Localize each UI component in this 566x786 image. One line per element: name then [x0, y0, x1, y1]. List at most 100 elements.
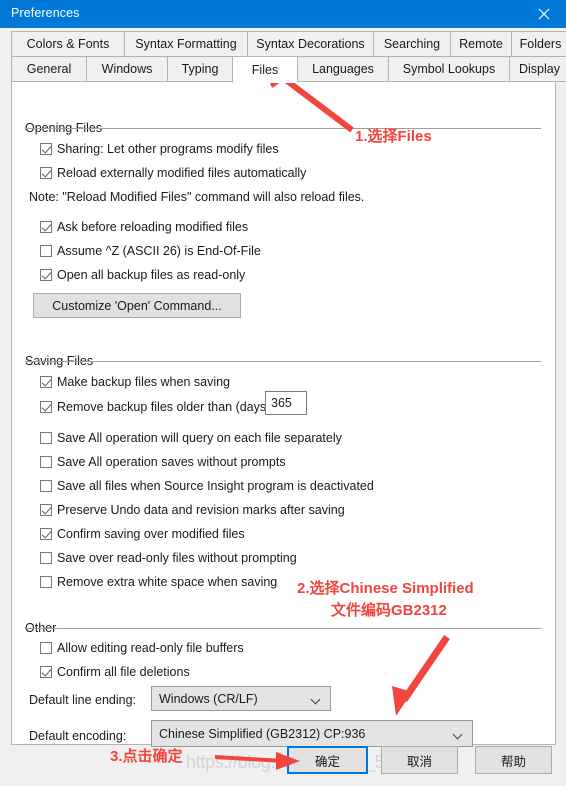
tab-label: General: [26, 62, 72, 76]
tab-display[interactable]: Display: [509, 56, 566, 82]
window-title: Preferences: [11, 6, 80, 20]
checkbox-box[interactable]: [40, 401, 52, 413]
default-line-ending-value: Windows (CR/LF): [159, 691, 258, 706]
help-button[interactable]: 帮助: [475, 746, 552, 774]
checkbox-box[interactable]: [40, 143, 52, 155]
tab-label: Folders: [519, 37, 562, 51]
checkbox-label: Make backup files when saving: [57, 375, 231, 389]
checkbox-box[interactable]: [40, 432, 52, 444]
tab-typing[interactable]: Typing: [167, 56, 233, 82]
checkbox-ask-before-reloading[interactable]: Ask before reloading modified files: [40, 218, 248, 236]
checkbox-box[interactable]: [40, 576, 52, 588]
checkbox-save-all-query-each[interactable]: Save All operation will query on each fi…: [40, 429, 342, 447]
close-icon: [538, 8, 550, 20]
tab-label: Windows: [101, 62, 153, 76]
customize-open-command-button[interactable]: Customize 'Open' Command...: [33, 293, 241, 318]
chevron-down-icon: [312, 696, 321, 702]
default-line-ending-select[interactable]: Windows (CR/LF): [151, 686, 331, 711]
tab-label: Typing: [181, 62, 219, 76]
checkbox-label: Save All operation will query on each fi…: [57, 431, 342, 445]
chevron-down-icon: [454, 731, 463, 737]
checkbox-confirm-all-file-deletions[interactable]: Confirm all file deletions: [40, 663, 190, 681]
tab-languages[interactable]: Languages: [297, 56, 389, 82]
cancel-button[interactable]: 取消: [381, 746, 458, 774]
checkbox-reload-externally-modified[interactable]: Reload externally modified files automat…: [40, 164, 306, 182]
checkbox-label: Remove backup files older than (days):: [57, 400, 274, 414]
checkbox-label: Confirm all file deletions: [57, 665, 190, 679]
checkbox-box[interactable]: [40, 666, 52, 678]
checkbox-allow-editing-read-only-buffers[interactable]: Allow editing read-only file buffers: [40, 639, 244, 657]
checkbox-confirm-save-over-modified[interactable]: Confirm saving over modified files: [40, 525, 245, 543]
tab-label: Searching: [383, 37, 441, 51]
close-button[interactable]: [522, 0, 566, 28]
tab-searching[interactable]: Searching: [373, 31, 451, 57]
checkbox-save-all-on-deactivate[interactable]: Save all files when Source Insight progr…: [40, 477, 374, 495]
default-encoding-select[interactable]: Chinese Simplified (GB2312) CP:936: [151, 720, 473, 747]
checkbox-label: Save All operation saves without prompts: [57, 455, 286, 469]
checkbox-label: Preserve Undo data and revision marks af…: [57, 503, 345, 517]
tab-strip: Colors & Fonts Syntax Formatting Syntax …: [11, 31, 566, 83]
checkbox-label: Confirm saving over modified files: [57, 527, 245, 541]
checkbox-label: Sharing: Let other programs modify files: [57, 142, 279, 156]
checkbox-box[interactable]: [40, 376, 52, 388]
tab-row-2: General Windows Typing Files Languages S…: [11, 56, 566, 83]
title-bar: Preferences: [0, 0, 566, 28]
checkbox-box[interactable]: [40, 480, 52, 492]
default-encoding-value: Chinese Simplified (GB2312) CP:936: [159, 726, 366, 741]
annotation-step-1: 1.选择Files: [355, 128, 432, 145]
tab-files[interactable]: Files: [232, 56, 298, 83]
files-settings-pane: Opening Files Sharing: Let other program…: [11, 82, 556, 747]
annotation-step-2-line-1: 2.选择Chinese Simplified: [297, 580, 474, 597]
dialog-body: Colors & Fonts Syntax Formatting Syntax …: [0, 28, 566, 786]
tab-general[interactable]: General: [11, 56, 87, 82]
tab-row-1: Colors & Fonts Syntax Formatting Syntax …: [11, 31, 566, 57]
default-encoding-label: Default encoding:: [29, 729, 127, 743]
checkbox-label: Open all backup files as read-only: [57, 268, 246, 282]
saving-files-divider: [25, 361, 541, 362]
checkbox-box[interactable]: [40, 269, 52, 281]
backup-age-days-input[interactable]: 365: [265, 391, 307, 415]
checkbox-label: Reload externally modified files automat…: [57, 166, 307, 180]
annotation-step-3: 3.点击确定: [110, 748, 183, 765]
tab-label: Syntax Decorations: [256, 37, 365, 51]
checkbox-assume-ctrl-z-eof[interactable]: Assume ^Z (ASCII 26) is End-Of-File: [40, 242, 261, 260]
checkbox-box[interactable]: [40, 167, 52, 179]
tab-label: Syntax Formatting: [135, 37, 237, 51]
opening-files-divider: [25, 128, 541, 129]
checkbox-box[interactable]: [40, 245, 52, 257]
checkbox-box[interactable]: [40, 528, 52, 540]
reload-note: Note: "Reload Modified Files" command wi…: [29, 190, 365, 204]
annotation-step-2-line-2: 文件编码GB2312: [331, 602, 447, 619]
tab-label: Display: [519, 62, 560, 76]
tab-remote[interactable]: Remote: [450, 31, 512, 57]
tab-label: Symbol Lookups: [402, 62, 496, 76]
checkbox-box[interactable]: [40, 221, 52, 233]
tab-label: Colors & Fonts: [26, 37, 110, 51]
checkbox-label: Assume ^Z (ASCII 26) is End-Of-File: [57, 244, 261, 258]
checkbox-label: Remove extra white space when saving: [57, 575, 278, 589]
tab-syntax-formatting[interactable]: Syntax Formatting: [124, 31, 248, 57]
tab-symbol-lookups[interactable]: Symbol Lookups: [388, 56, 510, 82]
checkbox-label: Ask before reloading modified files: [57, 220, 249, 234]
checkbox-box[interactable]: [40, 642, 52, 654]
tab-folders[interactable]: Folders: [511, 31, 566, 57]
checkbox-remove-extra-white-space[interactable]: Remove extra white space when saving: [40, 573, 277, 591]
checkbox-sharing[interactable]: Sharing: Let other programs modify files: [40, 140, 279, 158]
checkbox-open-backup-read-only[interactable]: Open all backup files as read-only: [40, 266, 245, 284]
checkbox-label: Save all files when Source Insight progr…: [57, 479, 374, 493]
tab-colors-and-fonts[interactable]: Colors & Fonts: [11, 31, 125, 57]
checkbox-save-all-without-prompts[interactable]: Save All operation saves without prompts: [40, 453, 286, 471]
checkbox-remove-old-backups[interactable]: Remove backup files older than (days):: [40, 398, 274, 416]
checkbox-label: Save over read-only files without prompt…: [57, 551, 297, 565]
checkbox-save-over-read-only[interactable]: Save over read-only files without prompt…: [40, 549, 297, 567]
checkbox-box[interactable]: [40, 504, 52, 516]
ok-button[interactable]: 确定: [287, 746, 368, 774]
tab-syntax-decorations[interactable]: Syntax Decorations: [247, 31, 374, 57]
other-divider: [25, 628, 541, 629]
checkbox-box[interactable]: [40, 456, 52, 468]
checkbox-make-backup-files[interactable]: Make backup files when saving: [40, 373, 230, 391]
tab-label: Languages: [312, 62, 374, 76]
checkbox-preserve-undo-data[interactable]: Preserve Undo data and revision marks af…: [40, 501, 345, 519]
checkbox-box[interactable]: [40, 552, 52, 564]
tab-windows[interactable]: Windows: [86, 56, 168, 82]
